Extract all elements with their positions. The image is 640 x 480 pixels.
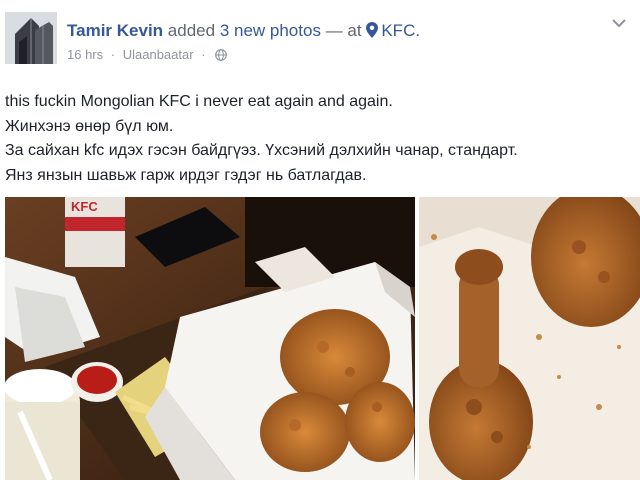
post-text-line: this fuckin Mongolian KFC i never eat ag…: [5, 93, 393, 110]
post-message: this fuckin Mongolian KFC i never eat ag…: [5, 90, 625, 188]
photo-count-link[interactable]: 3 new photos: [220, 21, 321, 40]
author-name[interactable]: Tamir Kevin: [67, 21, 163, 40]
avatar-building-photo: [5, 12, 57, 64]
chevron-down-icon[interactable]: [612, 18, 626, 28]
place-link[interactable]: KFC.: [381, 21, 420, 40]
photo-kfc-meal[interactable]: KFC: [5, 197, 415, 480]
title-dash: —: [325, 21, 343, 40]
meta-separator-2: ·: [201, 47, 206, 62]
post-timestamp[interactable]: 16 hrs: [67, 47, 103, 62]
avatar[interactable]: [5, 12, 57, 64]
location-pin-icon: [366, 22, 379, 38]
at-text: at: [347, 21, 362, 40]
meta-separator: ·: [110, 47, 116, 62]
cup-logo-text: KFC: [71, 199, 98, 214]
post-location[interactable]: Ulaanbaatar: [123, 47, 194, 62]
post-meta: 16 hrs · Ulaanbaatar ·: [67, 47, 227, 62]
post-text-line: Янз янзын шавьж гарж ирдэг гэдэг нь батл…: [5, 166, 367, 184]
globe-icon[interactable]: [214, 49, 227, 61]
chicken-drumstick-photo-image: [419, 197, 640, 480]
post-text-line: Жинхэнэ өнөр бүл юм.: [5, 117, 174, 135]
post-action-text: added: [167, 21, 216, 40]
post-title: Tamir Kevin added 3 new photos — at KFC.: [67, 20, 420, 42]
kfc-meal-photo-image: KFC: [5, 197, 415, 480]
post-header: Tamir Kevin added 3 new photos — at KFC.…: [0, 0, 640, 80]
post-text-line: За сайхан kfc идэх гэсэн байдгүэз. Үхсэн…: [5, 142, 518, 159]
photo-chicken-drumstick[interactable]: [419, 197, 640, 480]
